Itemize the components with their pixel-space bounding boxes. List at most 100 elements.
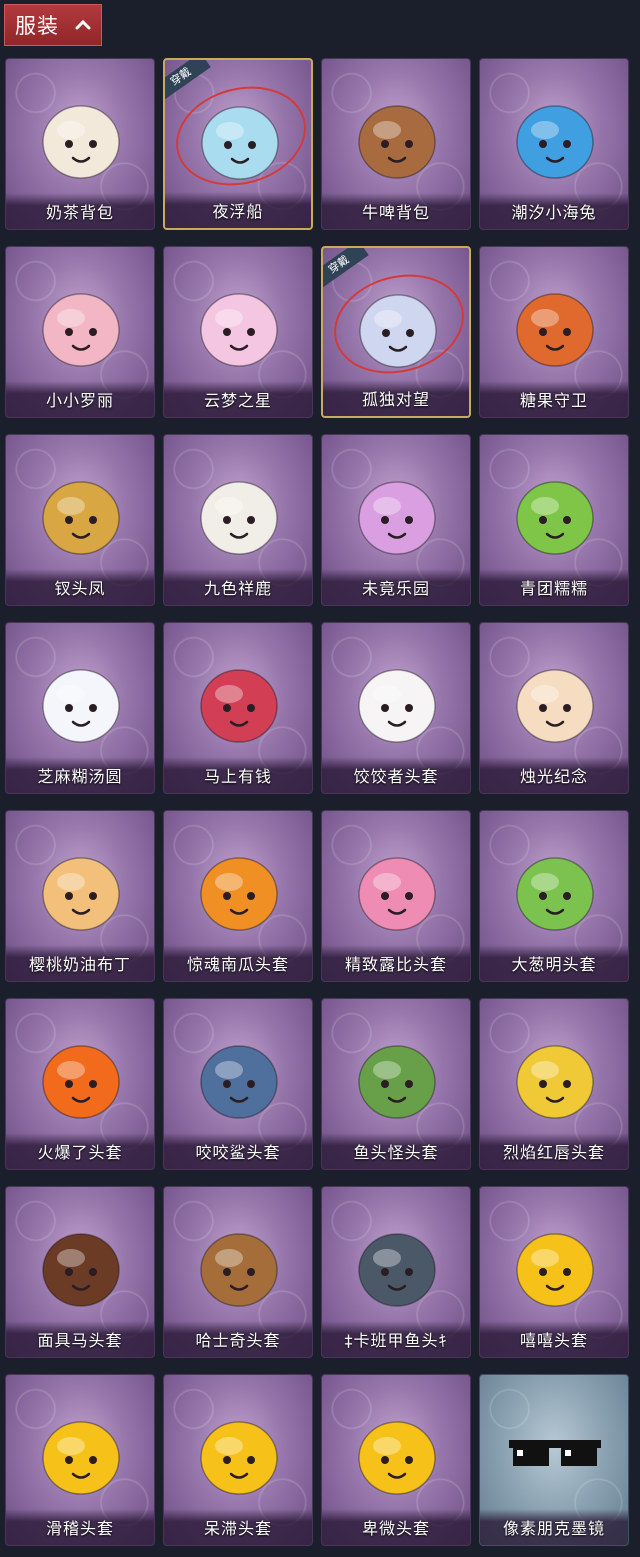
costume-card[interactable]: 呆滞头套	[163, 1374, 313, 1546]
costume-card[interactable]: 嘻嘻头套	[479, 1186, 629, 1358]
costume-name: 未竟乐园	[361, 579, 430, 598]
costume-name: 精致露比头套	[344, 955, 447, 974]
costume-name: 青团糯糯	[519, 579, 588, 598]
costume-card[interactable]: 芝麻糊汤圆	[5, 622, 155, 794]
card-name-bar: 面具马头套	[6, 1321, 154, 1357]
card-name-bar: 孤独对望	[323, 380, 469, 416]
costume-name: 钗头凤	[54, 579, 106, 598]
costume-name: 卑微头套	[361, 1519, 430, 1538]
card-name-bar: 鱼头怪头套	[322, 1133, 470, 1169]
card-name-bar: 樱桃奶油布丁	[6, 945, 154, 981]
costume-card[interactable]: 樱桃奶油布丁	[5, 810, 155, 982]
pixel-sunglasses-icon	[505, 1397, 605, 1507]
card-name-bar: 惊魂南瓜头套	[164, 945, 312, 981]
costume-name: 嘻嘻头套	[519, 1331, 588, 1350]
card-name-bar: 大葱明头套	[480, 945, 628, 981]
red-horse-head-icon	[189, 645, 289, 755]
costume-card[interactable]: 穿戴 孤独对望	[321, 246, 471, 418]
husky-head-icon	[189, 1209, 289, 1319]
costume-name: 九色祥鹿	[203, 579, 272, 598]
costume-card[interactable]: 像素朋克墨镜	[479, 1374, 629, 1546]
fire-head-icon	[31, 1021, 131, 1131]
sea-bunny-icon	[505, 81, 605, 191]
shark-head-icon	[189, 1021, 289, 1131]
card-name-bar: 嘻嘻头套	[480, 1321, 628, 1357]
card-name-bar: 哈士奇头套	[164, 1321, 312, 1357]
costume-card[interactable]: 精致露比头套	[321, 810, 471, 982]
costume-category-tab[interactable]: 服装	[4, 4, 102, 46]
pink-beaver-head-icon	[347, 833, 447, 943]
chevron-up-icon	[75, 19, 91, 30]
card-name-bar: 烈焰红唇头套	[480, 1133, 628, 1169]
costume-card[interactable]: 穿戴 夜浮船	[163, 58, 313, 230]
costume-card[interactable]: 青团糯糯	[479, 434, 629, 606]
costume-card[interactable]: 哈士奇头套	[163, 1186, 313, 1358]
costume-card[interactable]: 奶茶背包	[5, 58, 155, 230]
timid-emoji-head-icon	[347, 1397, 447, 1507]
fish-head-mask-icon	[347, 1021, 447, 1131]
costume-card[interactable]: 小小罗丽	[5, 246, 155, 418]
pudding-icon	[31, 833, 131, 943]
costume-name: 芝麻糊汤圆	[37, 767, 123, 786]
costume-card[interactable]: 未竟乐园	[321, 434, 471, 606]
costume-card[interactable]: ‡卡班甲鱼头ｷ	[321, 1186, 471, 1358]
unicorn-cloud-icon	[189, 269, 289, 379]
costume-card[interactable]: 烈焰红唇头套	[479, 998, 629, 1170]
costume-card[interactable]: 火爆了头套	[5, 998, 155, 1170]
costume-card[interactable]: 钗头凤	[5, 434, 155, 606]
card-name-bar: ‡卡班甲鱼头ｷ	[322, 1321, 470, 1357]
pumpkin-head-icon	[189, 833, 289, 943]
costume-name: 呆滞头套	[203, 1519, 272, 1538]
cow-beer-backpack-icon	[347, 81, 447, 191]
category-title: 服装	[15, 14, 59, 38]
angel-doll-pendant-icon	[348, 270, 448, 380]
costume-card[interactable]: 马上有钱	[163, 622, 313, 794]
card-name-bar: 奶茶背包	[6, 193, 154, 229]
costume-card[interactable]: 面具马头套	[5, 1186, 155, 1358]
costume-name: 潮汐小海兔	[511, 203, 597, 222]
costume-name: 糖果守卫	[519, 391, 588, 410]
costume-name: 鱼头怪头套	[353, 1143, 439, 1162]
costume-name: 马上有钱	[203, 767, 272, 786]
card-name-bar: 云梦之星	[164, 381, 312, 417]
dumpling-head-icon	[347, 645, 447, 755]
jellyfish-pendant-icon	[190, 82, 290, 192]
costume-name: 面具马头套	[37, 1331, 123, 1350]
card-name-bar: 呆滞头套	[164, 1509, 312, 1545]
card-name-bar: 精致露比头套	[322, 945, 470, 981]
costume-name: 小小罗丽	[45, 391, 114, 410]
costume-card[interactable]: 九色祥鹿	[163, 434, 313, 606]
costume-card[interactable]: 鱼头怪头套	[321, 998, 471, 1170]
card-name-bar: 咬咬鲨头套	[164, 1133, 312, 1169]
rice-dumpling-icon	[31, 645, 131, 755]
costume-card[interactable]: 大葱明头套	[479, 810, 629, 982]
deer-pendant-icon	[189, 457, 289, 567]
costume-name: 夜浮船	[212, 202, 264, 221]
stare-emoji-head-icon	[189, 1397, 289, 1507]
costume-name: 孤独对望	[361, 390, 430, 409]
costume-card[interactable]: 滑稽头套	[5, 1374, 155, 1546]
costume-name: 饺饺者头套	[353, 767, 439, 786]
costume-card[interactable]: 牛啤背包	[321, 58, 471, 230]
costume-card[interactable]: 烛光纪念	[479, 622, 629, 794]
costume-card[interactable]: 云梦之星	[163, 246, 313, 418]
costume-card[interactable]: 卑微头套	[321, 1374, 471, 1546]
costume-card[interactable]: 惊魂南瓜头套	[163, 810, 313, 982]
fairy-doll-icon	[347, 457, 447, 567]
green-rice-ball-icon	[505, 457, 605, 567]
card-name-bar: 马上有钱	[164, 757, 312, 793]
card-name-bar: 青团糯糯	[480, 569, 628, 605]
little-loli-doll-icon	[31, 269, 131, 379]
pumpkin-scarecrow-icon	[505, 269, 605, 379]
costume-card[interactable]: 潮汐小海兔	[479, 58, 629, 230]
costume-card[interactable]: 咬咬鲨头套	[163, 998, 313, 1170]
card-name-bar: 糖果守卫	[480, 381, 628, 417]
costume-name: 大葱明头套	[511, 955, 597, 974]
card-name-bar: 火爆了头套	[6, 1133, 154, 1169]
costume-name: 火爆了头套	[37, 1143, 123, 1162]
costume-card[interactable]: 糖果守卫	[479, 246, 629, 418]
costume-card[interactable]: 饺饺者头套	[321, 622, 471, 794]
card-name-bar: 饺饺者头套	[322, 757, 470, 793]
phoenix-crown-doll-icon	[31, 457, 131, 567]
scallion-head-icon	[505, 833, 605, 943]
